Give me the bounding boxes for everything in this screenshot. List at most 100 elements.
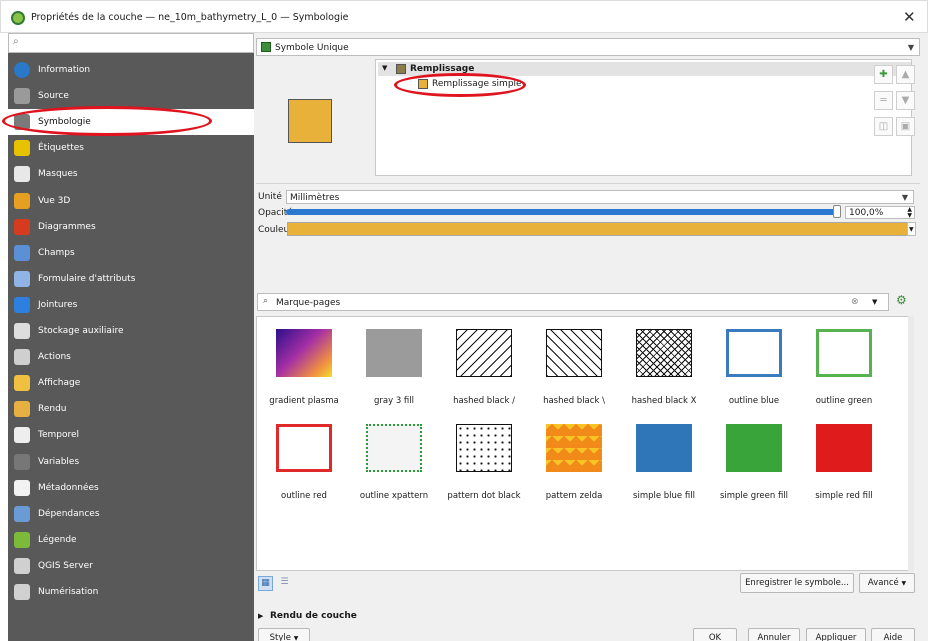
sidebar-item-masques[interactable]: Masques: [8, 161, 254, 187]
symbol-tile[interactable]: outline xpattern: [349, 414, 439, 514]
symbol-tile[interactable]: hashed black \: [529, 319, 619, 419]
duplicate-icon[interactable]: ◫: [874, 117, 893, 136]
advanced-label: Avancé: [867, 578, 899, 588]
symbol-name: hashed black X: [631, 396, 697, 406]
search-icon: ⌕: [263, 296, 269, 306]
symbol-swatch: [726, 424, 782, 472]
symbol-name: gray 3 fill: [373, 396, 415, 406]
sidebar-item-variables[interactable]: Variables: [8, 449, 254, 475]
opacity-slider-handle[interactable]: [833, 205, 841, 218]
add-symbol-layer-button[interactable]: ✚: [874, 65, 893, 84]
labels-icon: [14, 140, 30, 157]
symbol-tile[interactable]: simple red fill: [799, 414, 889, 514]
sidebar-item-affichage[interactable]: Affichage: [8, 370, 254, 396]
variables-icon: [14, 453, 30, 470]
sidebar-item-label: Métadonnées: [38, 482, 99, 493]
sidebar-item-rendu[interactable]: Rendu: [8, 396, 254, 422]
ok-button[interactable]: OK: [693, 628, 737, 641]
symbol-tile[interactable]: gray 3 fill: [349, 319, 439, 419]
symbol-name: outline green: [815, 396, 873, 406]
symbol-tile[interactable]: pattern zelda: [529, 414, 619, 514]
masks-icon: [14, 166, 30, 183]
opacity-slider[interactable]: [286, 209, 841, 215]
close-icon[interactable]: ✕: [903, 8, 916, 26]
sidebar-item-qgis-server[interactable]: QGIS Server: [8, 553, 254, 579]
symbol-tile[interactable]: outline blue: [709, 319, 799, 419]
sidebar-item-l-gende[interactable]: Légende: [8, 527, 254, 553]
symbol-tile[interactable]: pattern dot black: [439, 414, 529, 514]
style-button[interactable]: Style ▼: [258, 628, 310, 641]
expand-arrow-icon[interactable]: ▼: [382, 64, 387, 72]
spin-arrows-icon[interactable]: ▲ ▼: [907, 207, 912, 219]
sidebar-item-label: Actions: [38, 352, 71, 363]
chevron-down-icon[interactable]: ▼: [872, 298, 877, 306]
symbol-name: simple blue fill: [633, 491, 695, 501]
help-button[interactable]: Aide: [871, 628, 915, 641]
opacity-spinbox[interactable]: 100,0% ▲ ▼: [845, 206, 915, 219]
sidebar-item-jointures[interactable]: Jointures: [8, 292, 254, 318]
symbol-swatch: [456, 424, 512, 472]
remove-layer-icon[interactable]: ═: [874, 91, 893, 110]
sidebar-item-formulaire-d-attributs[interactable]: Formulaire d'attributs: [8, 266, 254, 292]
sidebar-search-input[interactable]: ⌕: [8, 33, 254, 53]
symbol-tile[interactable]: simple green fill: [709, 414, 799, 514]
sidebar-item--tiquettes[interactable]: Étiquettes: [8, 135, 254, 161]
color-menu-button[interactable]: ▼: [907, 222, 916, 236]
legend-icon: [14, 531, 30, 548]
scrollbar[interactable]: [908, 316, 914, 571]
sidebar-item-stockage-auxiliaire[interactable]: Stockage auxiliaire: [8, 318, 254, 344]
sidebar-item-actions[interactable]: Actions: [8, 344, 254, 370]
symbol-tile[interactable]: outline green: [799, 319, 889, 419]
sidebar-item-label: Champs: [38, 247, 75, 258]
symbol-swatch: [546, 329, 602, 377]
list-view-icon[interactable]: ☰: [277, 576, 292, 591]
sidebar-item-label: Étiquettes: [38, 143, 84, 154]
layer-rendering-label[interactable]: Rendu de couche: [270, 611, 357, 621]
expand-arrow-icon[interactable]: ▶: [258, 612, 263, 620]
symbol-name: outline red: [281, 491, 327, 501]
advanced-button[interactable]: Avancé ▼: [859, 573, 915, 593]
symbol-tile[interactable]: gradient plasma: [259, 319, 349, 419]
sidebar-item-source[interactable]: Source: [8, 83, 254, 109]
symbol-name: pattern dot black: [447, 491, 521, 501]
icon-view-icon[interactable]: ▦: [258, 576, 273, 591]
sidebar-item-diagrammes[interactable]: Diagrammes: [8, 214, 254, 240]
chevron-down-icon: ▼: [901, 193, 908, 202]
sidebar-item-champs[interactable]: Champs: [8, 240, 254, 266]
symbol-tile[interactable]: hashed black X: [619, 319, 709, 419]
move-down-icon[interactable]: ▼: [896, 91, 915, 110]
actions-icon: [14, 349, 30, 366]
unit-select[interactable]: Millimètres ▼: [286, 190, 914, 204]
symbol-tile[interactable]: hashed black /: [439, 319, 529, 419]
move-up-icon[interactable]: ▲: [896, 65, 915, 84]
sidebar-item-m-tadonn-es[interactable]: Métadonnées: [8, 475, 254, 501]
sidebar-item-information[interactable]: Information: [8, 57, 254, 83]
clock-icon: [14, 427, 30, 444]
renderer-type-select[interactable]: Symbole Unique ▼: [256, 38, 920, 56]
sidebar-item-label: Information: [38, 65, 91, 75]
library-search-input[interactable]: ⌕ Marque-pages ⊗ ▼: [257, 293, 889, 311]
info-icon: [14, 62, 30, 78]
style-manager-icon[interactable]: ⚙: [896, 293, 914, 311]
symbol-tile[interactable]: outline red: [259, 414, 349, 514]
clear-icon[interactable]: ⊗: [851, 297, 859, 307]
save-symbol-button[interactable]: Enregistrer le symbole...: [740, 573, 854, 593]
symbol-tile[interactable]: simple blue fill: [619, 414, 709, 514]
sidebar-item-label: Source: [38, 91, 69, 102]
color-button[interactable]: [287, 222, 908, 236]
single-symbol-icon: [261, 42, 271, 52]
cancel-button[interactable]: Annuler: [748, 628, 800, 641]
annotation-circle-symbologie: [2, 106, 212, 136]
apply-button[interactable]: Appliquer: [806, 628, 866, 641]
diagram-icon: [14, 218, 30, 235]
sidebar-item-label: Jointures: [38, 299, 78, 310]
lock-icon[interactable]: ▣: [896, 117, 915, 136]
sidebar-item-d-pendances[interactable]: Dépendances: [8, 501, 254, 527]
chevron-down-icon: ▼: [907, 43, 914, 52]
symbol-preview-swatch: [289, 100, 331, 142]
sidebar-item-num-risation[interactable]: Numérisation: [8, 579, 254, 605]
sidebar-item-label: QGIS Server: [38, 560, 93, 571]
sidebar-item-temporel[interactable]: Temporel: [8, 422, 254, 448]
symbol-name: simple red fill: [815, 491, 873, 501]
sidebar-item-vue-3d[interactable]: Vue 3D: [8, 188, 254, 214]
